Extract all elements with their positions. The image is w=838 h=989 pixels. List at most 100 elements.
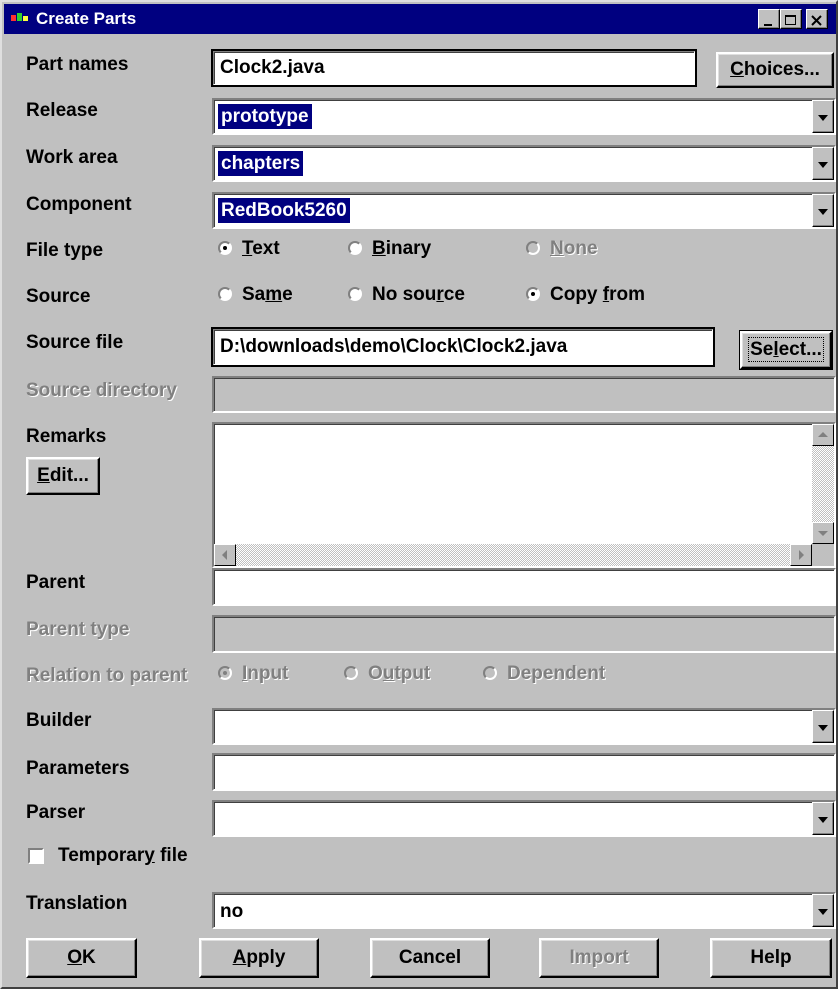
translation-label: Translation xyxy=(26,893,128,914)
part-names-label: Part names xyxy=(26,54,129,75)
part-names-input[interactable]: Clock2.java xyxy=(211,49,697,87)
radio-label-post: ce xyxy=(443,284,465,305)
file-type-radio-binary[interactable]: Binary xyxy=(348,236,431,262)
parent-input[interactable] xyxy=(212,568,836,606)
work-area-dropdown-button[interactable] xyxy=(812,147,834,180)
relation-radio-input: Input xyxy=(218,661,288,687)
maximize-button[interactable] xyxy=(780,9,802,29)
radio-label-accel: B xyxy=(372,238,386,259)
apply-button[interactable]: Apply xyxy=(199,938,319,978)
arrow-down-icon xyxy=(818,531,828,536)
select-label-accel: l xyxy=(773,339,779,360)
edit-label-accel: E xyxy=(37,465,50,486)
parser-combobox[interactable] xyxy=(212,800,836,837)
help-button[interactable]: Help xyxy=(710,938,832,978)
radio-label-post: ext xyxy=(252,238,280,259)
remarks-horizontal-scrollbar[interactable] xyxy=(214,544,812,566)
window-title: Create Parts xyxy=(36,9,137,28)
translation-value: no xyxy=(220,901,244,922)
select-label-pre: Se xyxy=(750,339,774,360)
choices-label-post: hoices... xyxy=(743,59,820,80)
radio-indicator xyxy=(526,287,540,301)
edit-label-post: dit... xyxy=(49,465,89,486)
release-value: prototype xyxy=(218,104,312,129)
scrollbar-corner xyxy=(812,544,834,566)
chevron-down-icon xyxy=(818,816,828,823)
radio-indicator xyxy=(348,287,362,301)
ok-label-post: K xyxy=(82,947,96,968)
translation-combobox[interactable]: no xyxy=(212,892,836,929)
radio-label-pre: Copy xyxy=(550,284,603,305)
parent-type-label: Parent type xyxy=(26,619,130,640)
file-type-radio-none: None xyxy=(526,236,598,262)
release-dropdown-button[interactable] xyxy=(812,100,834,133)
choices-button[interactable]: Choices... xyxy=(716,52,834,88)
release-combobox[interactable]: prototype xyxy=(212,98,836,135)
app-icon xyxy=(11,13,28,21)
builder-combobox[interactable] xyxy=(212,708,836,745)
edit-button[interactable]: Edit... xyxy=(26,457,100,495)
title-bar[interactable]: Create Parts xyxy=(4,4,836,34)
minimize-button[interactable] xyxy=(758,9,780,29)
radio-indicator xyxy=(344,666,358,680)
relation-radio-output: Output xyxy=(344,661,430,687)
select-button[interactable]: Select... xyxy=(739,330,833,370)
ok-button[interactable]: OK xyxy=(26,938,137,978)
checkbox-label-post: file xyxy=(154,845,188,866)
source-file-label: Source file xyxy=(26,332,124,353)
apply-label-accel: A xyxy=(232,947,247,968)
help-label: Help xyxy=(750,947,792,968)
source-radio-same[interactable]: Same xyxy=(218,282,293,308)
radio-label-pre: Sa xyxy=(242,284,266,305)
radio-indicator xyxy=(218,666,232,680)
temporary-file-checkbox[interactable] xyxy=(28,848,44,864)
cancel-label: Cancel xyxy=(398,947,462,968)
parent-label: Parent xyxy=(26,572,86,593)
file-type-radio-text[interactable]: Text xyxy=(218,236,280,262)
radio-label-accel: T xyxy=(242,238,253,259)
remarks-vertical-scrollbar[interactable] xyxy=(812,424,834,544)
source-label: Source xyxy=(26,286,91,307)
radio-indicator xyxy=(348,241,362,255)
radio-label-accel: r xyxy=(436,284,444,305)
component-dropdown-button[interactable] xyxy=(812,194,834,227)
parameters-label: Parameters xyxy=(26,758,130,779)
maximize-icon xyxy=(785,15,796,25)
file-type-label: File type xyxy=(26,240,104,261)
source-directory-label: Source directory xyxy=(26,380,177,401)
temporary-file-label[interactable]: Temporary file xyxy=(58,845,188,867)
scroll-left-button[interactable] xyxy=(214,544,236,566)
checkbox-label-accel: y xyxy=(144,845,155,866)
radio-label-accel: m xyxy=(265,284,283,305)
parser-dropdown-button[interactable] xyxy=(812,802,834,835)
relation-to-parent-label: Relation to parent xyxy=(26,665,188,686)
apply-label-post: pply xyxy=(246,947,286,968)
work-area-combobox[interactable]: chapters xyxy=(212,145,836,182)
scroll-right-button[interactable] xyxy=(790,544,812,566)
component-label: Component xyxy=(26,194,132,215)
radio-label-post: e xyxy=(282,284,293,305)
import-button: Import xyxy=(539,938,659,978)
work-area-value: chapters xyxy=(218,151,304,176)
parameters-input[interactable] xyxy=(212,753,836,791)
translation-dropdown-button[interactable] xyxy=(812,894,834,927)
chevron-down-icon xyxy=(818,114,828,121)
close-button[interactable] xyxy=(806,9,828,29)
close-icon xyxy=(811,15,822,26)
remarks-textarea[interactable] xyxy=(212,422,836,568)
source-radio-no-source[interactable]: No source xyxy=(348,282,465,308)
cancel-button[interactable]: Cancel xyxy=(370,938,490,978)
part-names-value: Clock2.java xyxy=(220,57,325,78)
minimize-icon xyxy=(764,24,772,26)
scroll-up-button[interactable] xyxy=(812,424,834,446)
source-file-value: D:\downloads\demo\Clock\Clock2.java xyxy=(220,336,568,357)
chevron-down-icon xyxy=(818,161,828,168)
builder-dropdown-button[interactable] xyxy=(812,710,834,743)
arrow-left-icon xyxy=(222,550,227,560)
radio-label-post: one xyxy=(563,238,598,259)
source-radio-copy-from[interactable]: Copy from xyxy=(526,282,645,308)
scroll-down-button[interactable] xyxy=(812,522,834,544)
component-combobox[interactable]: RedBook5260 xyxy=(212,192,836,229)
select-label-post: ect... xyxy=(778,339,822,360)
source-file-input[interactable]: D:\downloads\demo\Clock\Clock2.java xyxy=(211,327,715,367)
